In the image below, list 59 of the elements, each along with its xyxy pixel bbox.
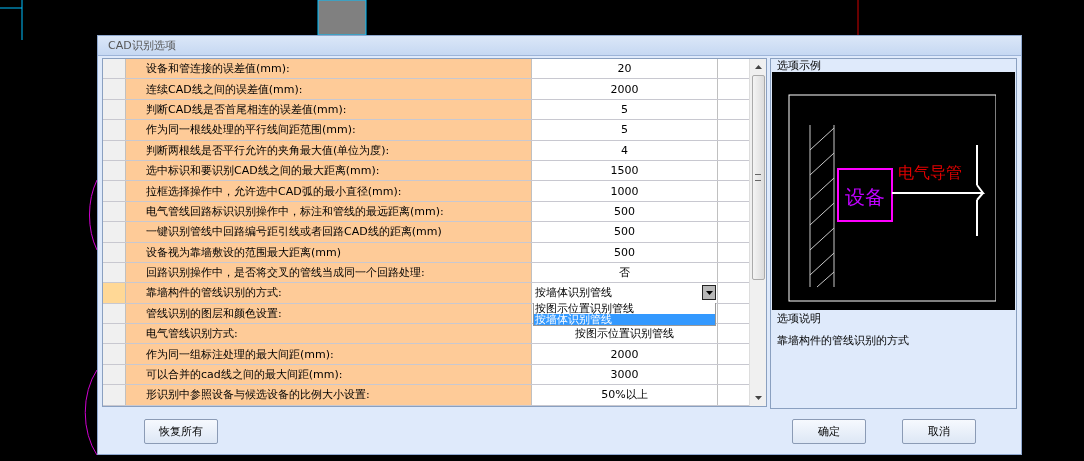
scroll-up-icon[interactable] [754,65,762,69]
conduit-label: 电气导管 [898,163,962,182]
option-value[interactable]: 5 [621,123,628,137]
scroll-down-icon[interactable] [754,396,762,400]
row-header[interactable] [103,59,126,79]
row-header[interactable] [103,385,126,405]
option-value[interactable]: 20 [617,62,632,76]
option-label: 作为同一根线处理的平行线间距范围(mm): [126,120,532,140]
dropdown-option[interactable]: 按图示位置识别管线 [534,302,715,314]
option-label: 形识别中参照设备与候选设备的比例大小设置: [126,385,532,405]
option-value[interactable]: 1500 [610,164,639,178]
group-title: 选项示例 [776,59,822,72]
row-header[interactable] [103,181,126,201]
option-label: 判断CAD线是否首尾相连的误差值(mm): [126,99,532,120]
ok-button[interactable]: 确定 [792,419,866,444]
option-label: 选中标识和要识别CAD线之间的最大距离(mm): [126,160,532,181]
dropdown-button[interactable] [702,285,716,301]
option-label: 判断两根线是否平行允许的夹角最大值(单位为度): [126,140,532,160]
scroll-thumb[interactable] [751,75,765,280]
option-value[interactable]: 500 [614,245,635,259]
option-value[interactable]: 按图示位置识别管线 [575,326,674,342]
device-box [837,168,893,222]
option-value[interactable]: 2000 [610,347,639,361]
option-label: 回路识别操作中，是否将交叉的管线当成同一个回路处理: [126,262,532,283]
option-label: 连续CAD线之间的误差值(mm): [126,79,532,99]
option-value[interactable]: 2000 [610,82,639,96]
row-header[interactable] [103,344,126,364]
option-label: 电气管线回路标识识别操作中，标注和管线的最远距离(mm): [126,201,532,222]
option-label: 设备和管连接的误差值(mm): [126,59,532,79]
option-label: 可以合并的cad线之间的最大间距(mm): [126,364,532,385]
option-label: 靠墙构件的管线识别的方式: [126,283,532,303]
option-value[interactable]: 5 [621,102,628,116]
option-value[interactable]: 500 [614,204,635,218]
option-label: 一键识别管线中回路编号距引线或者回路CAD线的距离(mm) [126,222,532,242]
window-title: CAD识别选项 [108,38,176,53]
option-label: 管线识别的图层和颜色设置: [126,303,532,324]
option-label: 拉框选择操作中，允许选中CAD弧的最小直径(mm): [126,181,532,201]
scrollbar[interactable] [749,59,766,406]
option-label: 设备视为靠墙敷设的范围最大距离(mm) [126,242,532,262]
cancel-button[interactable]: 取消 [902,419,976,444]
row-header[interactable] [103,79,126,99]
row-header[interactable] [103,120,126,140]
description-text: 靠墙构件的管线识别的方式 [776,333,910,349]
option-label: 电气管线识别方式: [126,324,532,344]
group-title: 选项说明 [776,312,822,325]
option-value[interactable]: 500 [614,225,635,239]
option-value[interactable]: 否 [619,265,630,281]
option-value[interactable]: 50%以上 [601,387,648,403]
device-label: 设备 [845,185,885,209]
caret-icon [705,291,713,295]
dropdown-field[interactable]: 按墙体识别管线 [533,284,716,302]
option-value[interactable]: 3000 [610,368,639,382]
option-value[interactable]: 1000 [610,184,639,198]
option-label: 作为同一组标注处理的最大间距(mm): [126,344,532,364]
restore-all-button[interactable]: 恢复所有 [144,419,218,444]
option-value[interactable]: 4 [621,143,628,157]
row-header[interactable] [103,324,126,344]
row-header[interactable] [103,283,126,303]
row-header[interactable] [103,222,126,242]
